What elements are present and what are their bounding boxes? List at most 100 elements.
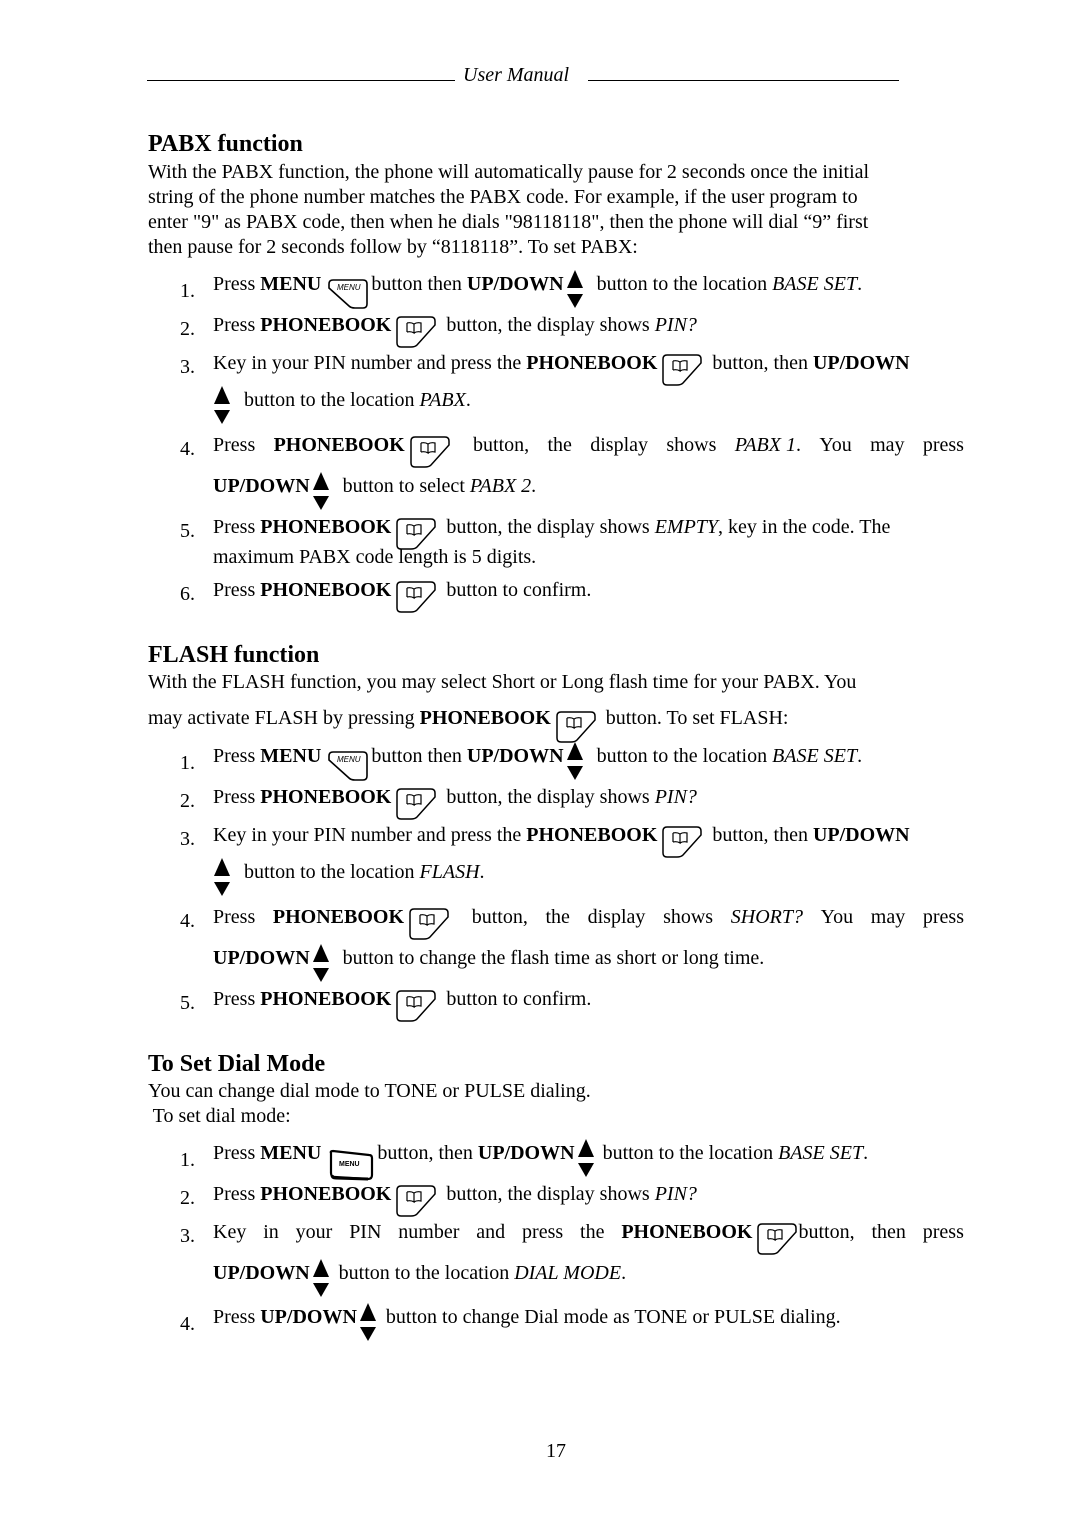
up-down-arrows-icon [213,384,231,426]
step-number: 3. [180,828,195,850]
key-name: PHONEBOOK [526,824,658,846]
step-number: 3. [180,1225,195,1247]
step-text: Press [213,906,256,928]
section-heading-dial-mode: To Set Dial Mode [148,1051,326,1077]
display-text: EMPTY [654,516,719,538]
step-text: Press [213,745,261,767]
step-text: press [922,434,964,456]
key-name: MENU [260,1142,322,1164]
step-text: shows [663,906,714,928]
step-text: You [819,434,852,456]
step-text: PIN [349,1221,382,1243]
step-text: Press [213,579,261,601]
step-text: button to the location [239,389,420,411]
step-text: Press [213,988,261,1010]
step-text: button then [371,745,467,767]
step-text: the [545,906,570,928]
header-title: User Manual [463,64,570,86]
phonebook-key-icon [395,580,437,614]
step-number: 5. [180,992,195,1014]
step-number: 6. [180,583,195,605]
key-name: PHONEBOOK [526,352,658,374]
key-name: PHONEBOOK [272,906,405,928]
paragraph-line: With the FLASH function, you may select … [148,671,857,693]
display-text: PIN? [654,314,697,336]
step-text: button to change the flash time as short… [337,947,765,969]
key-name: UP/DOWN [812,352,910,374]
step-text: may activate FLASH by pressing [148,707,420,729]
step-text: button, then [707,824,813,846]
step-text: Key in your PIN number and press the [213,352,527,374]
step-text: your [295,1221,333,1243]
step-text: button, the display shows [441,516,655,538]
phonebook-key-icon [661,353,703,387]
up-down-arrows-icon [312,1257,330,1299]
step-text: Press [213,1306,261,1328]
step-text: Key [213,1221,247,1243]
key-name: UP/DOWN [213,947,310,969]
paragraph-line: With the PABX function, the phone will a… [148,161,870,183]
step-text: Press [213,1183,261,1205]
step-text: Press [213,273,261,295]
up-down-arrows-icon [312,942,330,984]
step-number: 1. [180,752,195,774]
display-text: DIAL MODE [514,1262,622,1284]
key-name: UP/DOWN [477,1142,575,1164]
step-text: button, then [377,1142,478,1164]
step-text: button to the location [239,861,420,883]
step-text: button then [371,273,467,295]
step-text: the [580,1221,605,1243]
section-heading-pabx: PABX function [148,131,303,157]
step-text: display [587,906,646,928]
step-text: press [922,1221,964,1243]
section-heading-flash: FLASH function [148,642,320,668]
phonebook-key-icon [756,1222,798,1256]
step-text: shows [666,434,717,456]
up-down-arrows-icon [566,740,584,782]
phonebook-key-icon [395,989,437,1023]
step-text: button to the location [591,745,773,767]
step-text: button, then [707,352,813,374]
step-text: Press [213,314,261,336]
step-text: button to the location [602,1142,779,1164]
step-text: display [590,434,649,456]
key-name: PHONEBOOK [260,314,392,336]
step-text: button to the location [591,273,773,295]
punctuation: . [479,861,485,883]
step-text: button to confirm. [441,988,592,1010]
step-number: 4. [180,1313,195,1335]
step-text: press [922,906,964,928]
step-text: button, the display shows [441,1183,655,1205]
header-rule-left [147,80,455,81]
key-name: UP/DOWN [213,1262,310,1284]
key-name: MENU [260,273,322,295]
paragraph-line: then pause for 2 seconds follow by “8118… [148,236,638,258]
key-name: PHONEBOOK [260,988,392,1010]
display-text: BASE SET [778,1142,864,1164]
step-number: 4. [180,910,195,932]
key-name: PHONEBOOK [273,434,405,456]
step-text: in [263,1221,279,1243]
step-number: 2. [180,318,195,340]
step-number: 1. [180,280,195,302]
step-text: may [870,906,906,928]
punctuation: . [621,1262,627,1284]
step-text: button, the display shows [441,786,655,808]
step-text: button to select [337,475,470,497]
display-text: BASE SET [772,273,858,295]
step-text: maximum PABX code length is 5 digits. [213,546,537,568]
key-name: UP/DOWN [213,475,310,497]
step-number: 5. [180,520,195,542]
step-number: 2. [180,1187,195,1209]
step-text: button, [473,434,530,456]
step-number: 1. [180,1149,195,1171]
step-text: button, the display shows [441,314,655,336]
punctuation: . [531,475,537,497]
key-name: PHONEBOOK [419,707,551,729]
punctuation: . [857,745,863,767]
step-text: button to change Dial mode as TONE or PU… [380,1306,841,1328]
display-text: BASE SET [772,745,858,767]
page-number: 17 [546,1440,566,1462]
display-text: PABX 1 [734,434,796,456]
step-text: Press [213,516,261,538]
